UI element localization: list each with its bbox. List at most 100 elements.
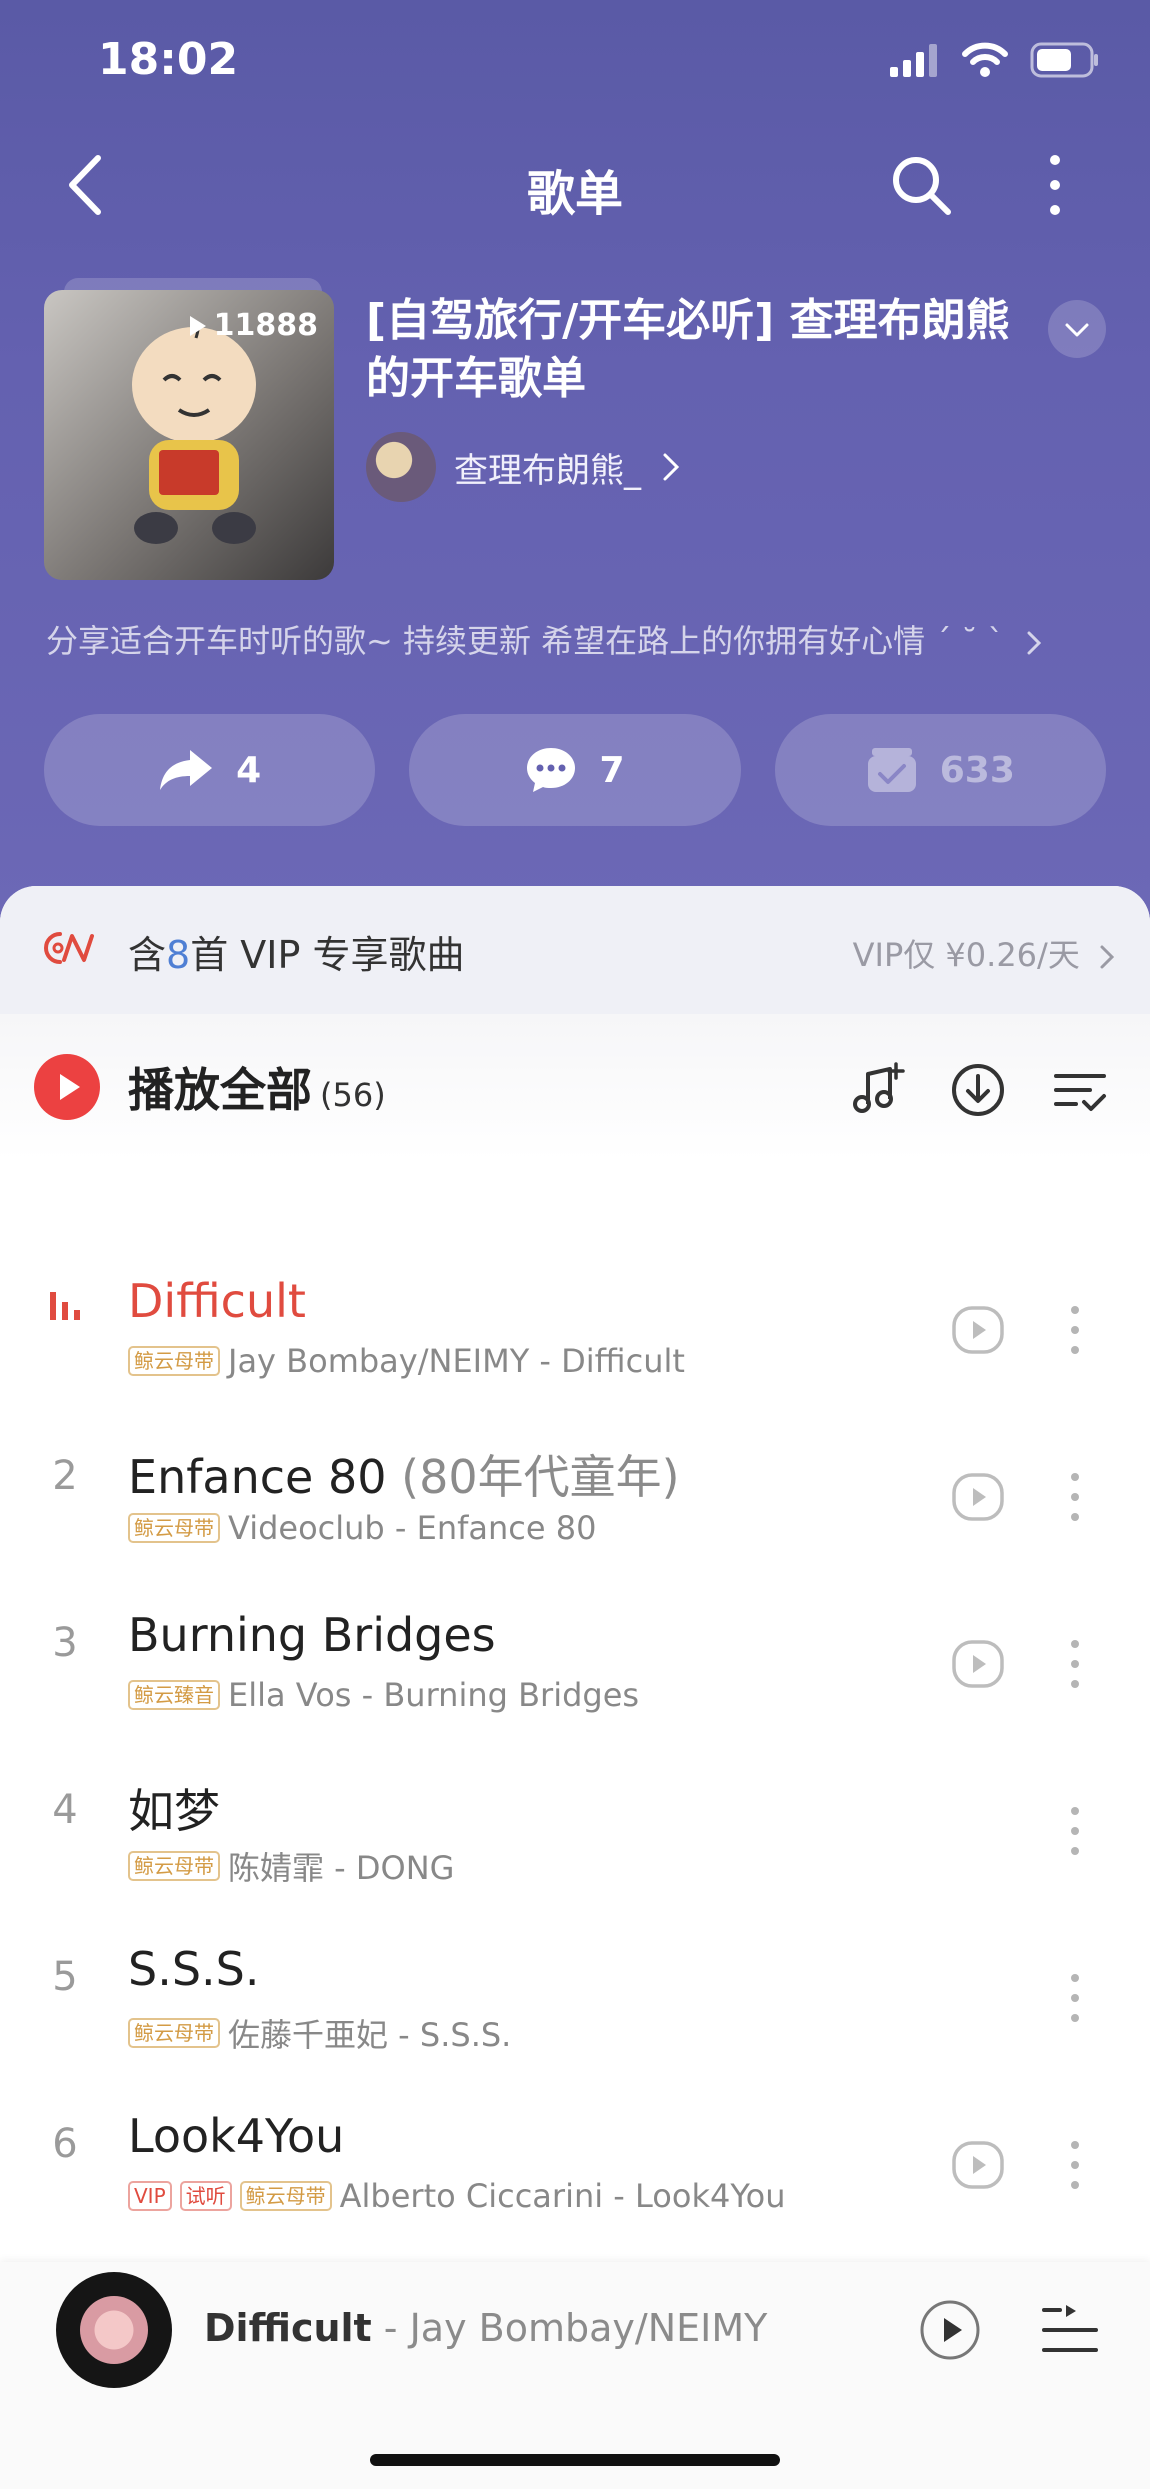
mv-play-icon[interactable]	[950, 2137, 1006, 2193]
song-more-icon[interactable]	[1060, 1302, 1090, 1358]
song-alias: (80年代童年)	[401, 1450, 680, 1504]
vip-banner[interactable]: 含8首 VIP 专享歌曲 VIP仅 ¥0.26/天	[0, 886, 1150, 1014]
quality-tag: 试听	[179, 2181, 232, 2211]
song-index: 6	[52, 2121, 78, 2167]
song-row[interactable]: 5 S.S.S. 鲸云母带 佐藤千亜妃 - S.S.S.	[0, 1914, 1150, 2081]
vip-logo-icon	[44, 932, 94, 964]
song-title-text: Look4You	[128, 2109, 345, 2163]
play-all-button[interactable]	[34, 1054, 100, 1120]
more-options-icon[interactable]	[1030, 150, 1080, 220]
song-more-icon[interactable]	[1060, 1803, 1090, 1859]
battery-icon	[1030, 42, 1098, 78]
play-all-row: 播放全部 (56)	[0, 1014, 1150, 1160]
action-buttons: 4 7 633	[44, 714, 1106, 826]
search-icon[interactable]	[886, 150, 956, 220]
song-artist-album: 佐藤千亜妃 - S.S.S.	[228, 2016, 512, 2054]
creator-name: 查理布朗熊_	[454, 450, 641, 491]
share-button[interactable]: 4	[44, 714, 376, 826]
playlist-queue-icon[interactable]	[1040, 2302, 1100, 2358]
vip-price[interactable]: VIP仅 ¥0.26/天	[853, 930, 1116, 976]
page-title: 歌单	[526, 166, 623, 222]
share-count: 4	[236, 749, 262, 791]
now-playing-cover[interactable]	[56, 2272, 172, 2388]
comment-button[interactable]: 7	[409, 714, 741, 826]
chevron-right-icon	[663, 453, 680, 481]
wifi-icon	[962, 42, 1008, 77]
vip-description: 含8首 VIP 专享歌曲	[128, 924, 464, 979]
collect-count: 633	[939, 749, 1015, 791]
song-index: 3	[52, 1620, 78, 1666]
song-row[interactable]: Difficult 鲸云母带 Jay Bombay/NEIMY - Difficul…	[0, 1246, 1150, 1413]
quality-tag: 鲸云母带	[128, 1513, 220, 1543]
song-more-icon[interactable]	[1060, 1469, 1090, 1525]
now-playing-separator: -	[371, 2306, 410, 2350]
status-bar: 18:02	[0, 0, 1150, 120]
now-playing-info[interactable]: Difficult - Jay Bombay/NEIMY	[204, 2306, 767, 2350]
song-meta: 鲸云母带 陈婧霏 - DONG	[128, 1843, 454, 1889]
playlist-description[interactable]: 分享适合开车时听的歌~ 持续更新 希望在路上的你拥有好心情 ˊ ˘ ˋ	[46, 616, 1116, 662]
song-total-count: (56)	[320, 1076, 386, 1114]
song-title-text: Difficult	[128, 1274, 306, 1328]
song-title-text: 如梦	[128, 1784, 220, 1838]
song-artist-album: Ella Vos - Burning Bridges	[228, 1676, 640, 1714]
vip-prefix: 含	[128, 933, 167, 977]
song-artist-album: Alberto Ciccarini - Look4You	[339, 2177, 786, 2215]
song-title-text: Burning Bridges	[128, 1608, 496, 1662]
mini-play-button[interactable]	[918, 2298, 982, 2362]
song-row[interactable]: 6 Look4You VIP 试听 鲸云母带 Alberto Ciccarini - Lo…	[0, 2081, 1150, 2248]
song-more-icon[interactable]	[1060, 1970, 1090, 2026]
song-more-icon[interactable]	[1060, 2137, 1090, 2193]
quality-tag: 鲸云母带	[128, 1851, 220, 1881]
play-triangle-icon	[189, 315, 206, 336]
quality-tag: 鲸云臻音	[128, 1680, 220, 1710]
song-index: 2	[52, 1453, 78, 1499]
song-title: Burning Bridges	[128, 1608, 496, 1662]
song-title: Look4You	[128, 2109, 344, 2163]
song-more-icon[interactable]	[1060, 1636, 1090, 1692]
song-row[interactable]: 2 Enfance 80 (80年代童年) 鲸云母带 Videoclub - Enfa…	[0, 1413, 1150, 1580]
song-meta: 鲸云母带 佐藤千亜妃 - S.S.S.	[128, 2010, 511, 2056]
quality-tag: 鲸云母带	[128, 2018, 220, 2048]
song-meta: 鲸云臻音 Ella Vos - Burning Bridges	[128, 1676, 639, 1714]
share-icon	[160, 750, 213, 790]
play-count: 11888	[188, 308, 318, 343]
play-icon	[60, 1074, 80, 1100]
vip-song-count: 8	[166, 933, 191, 977]
chevron-right-icon	[1100, 945, 1115, 969]
song-meta: 鲸云母带 Jay Bombay/NEIMY - Difficult	[128, 1342, 685, 1380]
download-icon[interactable]	[948, 1060, 1008, 1120]
creator-link[interactable]: 查理布朗熊_	[366, 432, 683, 502]
collect-button[interactable]: 633	[774, 714, 1106, 826]
chevron-right-icon	[1027, 631, 1041, 655]
play-all-label[interactable]: 播放全部 (56)	[128, 1054, 386, 1120]
status-time: 18:02	[98, 34, 239, 85]
top-navigation: 歌单	[0, 140, 1150, 230]
playlist-cover-image[interactable]: 11888	[44, 290, 334, 580]
playlist-title: [自驾旅行/开车必听] 查理布朗熊的开车歌单	[366, 295, 1010, 404]
now-playing-artist: Jay Bombay/NEIMY	[409, 2306, 768, 2350]
avatar[interactable]	[366, 432, 436, 502]
mv-play-icon[interactable]	[950, 1302, 1006, 1358]
song-row[interactable]: 3 Burning Bridges 鲸云臻音 Ella Vos - Burning B…	[0, 1580, 1150, 1747]
chevron-down-icon[interactable]	[1048, 300, 1106, 358]
now-playing-title: Difficult	[204, 2306, 372, 2350]
now-playing-indicator-icon	[30, 1286, 100, 1332]
mv-play-icon[interactable]	[950, 1636, 1006, 1692]
quality-tag: 鲸云母带	[128, 1346, 220, 1376]
add-music-icon[interactable]	[846, 1060, 906, 1120]
play-count-value: 11888	[213, 308, 318, 343]
comment-icon	[527, 748, 576, 792]
status-icons	[890, 42, 1100, 78]
quality-tag: VIP	[128, 2181, 172, 2211]
song-artist-album: Jay Bombay/NEIMY - Difficult	[228, 1342, 685, 1380]
song-row[interactable]: 4 如梦 鲸云母带 陈婧霏 - DONG	[0, 1747, 1150, 1914]
song-title-text: S.S.S.	[128, 1942, 260, 1996]
mv-play-icon[interactable]	[950, 1469, 1006, 1525]
collected-icon	[867, 748, 916, 792]
description-text: 分享适合开车时听的歌~ 持续更新 希望在路上的你拥有好心情 ˊ ˘ ˋ	[46, 622, 1004, 660]
play-all-text: 播放全部	[128, 1063, 312, 1117]
song-artist-album: Videoclub - Enfance 80	[228, 1509, 597, 1547]
signal-icon	[890, 44, 937, 77]
multi-select-icon[interactable]	[1050, 1060, 1110, 1120]
vip-price-text: VIP仅 ¥0.26/天	[852, 936, 1080, 974]
